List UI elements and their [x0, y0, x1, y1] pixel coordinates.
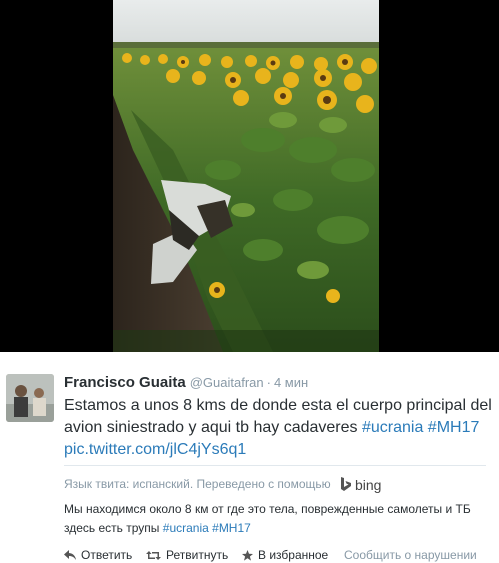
tweet-page: Francisco Guaita @Guaitafran · 4 мин Estamo…	[0, 0, 499, 563]
retweet-button[interactable]: Ретвитнуть	[146, 548, 228, 562]
translation-label: Язык твита: испанский. Переведено с помо…	[64, 477, 331, 491]
hashtag-mh17-link[interactable]: #MH17	[428, 419, 480, 436]
retweet-icon	[146, 550, 161, 561]
favorite-label: В избранное	[258, 548, 329, 562]
tweet-timestamp[interactable]: 4 мин	[274, 375, 308, 390]
translation-hashtag-ucrania-link[interactable]: #ucrania	[163, 521, 209, 535]
author-name[interactable]: Francisco Guaita	[64, 374, 186, 391]
tweet-header: Francisco Guaita @Guaitafran · 4 мин	[64, 373, 308, 392]
bing-attribution[interactable]: bing	[340, 477, 381, 493]
tweet-text: Estamos a unos 8 kms de donde esta el cu…	[64, 395, 492, 461]
translation-hashtag-mh17-link[interactable]: #MH17	[212, 521, 251, 535]
report-label: Сообщить о нарушении	[344, 548, 477, 562]
header-separator: ·	[266, 375, 271, 390]
hashtag-ucrania-link[interactable]: #ucrania	[362, 419, 423, 436]
retweet-label: Ретвитнуть	[166, 548, 229, 562]
translation-attribution: Язык твита: испанский. Переведено с помо…	[64, 476, 494, 493]
report-button[interactable]: Сообщить о нарушении	[344, 548, 477, 562]
star-icon	[242, 549, 253, 561]
media-backdrop	[0, 0, 499, 352]
tweet-card: Francisco Guaita @Guaitafran · 4 мин Estamo…	[0, 352, 499, 563]
avatar[interactable]	[6, 374, 54, 422]
translation-body: Мы находимся около 8 км от где это тела,…	[64, 502, 471, 535]
author-handle[interactable]: @Guaitafran	[190, 375, 264, 390]
reply-label: Ответить	[81, 548, 133, 562]
translation-text: Мы находимся около 8 км от где это тела,…	[64, 500, 492, 538]
tweet-photo[interactable]	[113, 0, 379, 352]
media-link[interactable]: pic.twitter.com/jlC4jYs6q1	[64, 441, 246, 458]
favorite-button[interactable]: В избранное	[242, 548, 328, 562]
translation-divider	[64, 465, 486, 466]
bing-label: bing	[355, 476, 382, 493]
reply-arrow-icon	[64, 549, 76, 561]
bing-logo-icon	[341, 477, 351, 492]
reply-button[interactable]: Ответить	[64, 548, 132, 562]
